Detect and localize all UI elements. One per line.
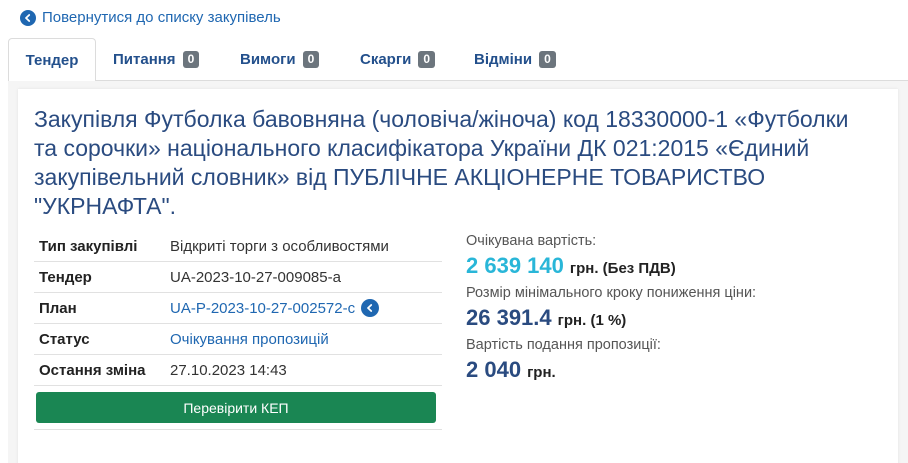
type-value: Відкриті торги з особливостями: [170, 237, 389, 255]
expected-value: 2 639 140 грн. (Без ПДВ): [466, 253, 886, 279]
tab-complaints[interactable]: Скарги 0: [360, 38, 436, 80]
type-label: Тип закупівлі: [39, 237, 138, 255]
tab-cancellations-label: Відміни: [474, 50, 533, 68]
submission-cost-unit: грн.: [527, 364, 556, 381]
expected-value-amount: 2 639 140: [466, 253, 564, 278]
arrow-left-circle-icon[interactable]: [361, 299, 380, 317]
plan-id-value: UA-P-2023-10-27-002572-c: [170, 299, 356, 317]
verify-kep-button[interactable]: Перевірити КЕП: [36, 392, 436, 423]
status-value: Очікування пропозицій: [170, 330, 329, 348]
min-step-unit: грн. (1 %): [557, 312, 627, 329]
price-summary: Очікувана вартість: 2 639 140 грн. (Без …: [466, 231, 886, 387]
info-row-last-change: Остання зміна 27.10.2023 14:43: [34, 355, 442, 386]
status-label: Статус: [39, 330, 90, 348]
tender-info-table: Тип закупівлі Відкриті торги з особливос…: [34, 231, 442, 430]
info-row-tender: Тендер UA-2023-10-27-009085-a: [34, 262, 442, 293]
questions-count-badge: 0: [182, 50, 200, 68]
submission-cost-value: 2 040 грн.: [466, 357, 886, 383]
tender-card: Закупівля Футболка бавовняна (чоловіча/ж…: [18, 89, 898, 463]
info-row-plan: План UA-P-2023-10-27-002572-c: [34, 293, 442, 324]
tab-complaints-label: Скарги: [360, 50, 412, 68]
min-step-value: 26 391.4 грн. (1 %): [466, 305, 886, 331]
submission-cost-amount: 2 040: [466, 357, 522, 382]
back-link-label: Повернутися до списку закупівель: [42, 9, 281, 26]
expected-value-label: Очікувана вартість:: [466, 233, 597, 249]
plan-label: План: [39, 299, 77, 317]
info-row-status: Статус Очікування пропозицій: [34, 324, 442, 355]
tab-claims-label: Вимоги: [240, 50, 296, 68]
page-title: Закупівля Футболка бавовняна (чоловіча/ж…: [34, 106, 849, 219]
tender-id-value: UA-2023-10-27-009085-a: [170, 268, 341, 286]
last-change-label: Остання зміна: [39, 361, 146, 379]
tab-cancellations[interactable]: Відміни 0: [474, 38, 556, 80]
plan-link[interactable]: UA-P-2023-10-27-002572-c: [170, 299, 380, 317]
tab-questions[interactable]: Питання 0: [113, 38, 200, 80]
min-step-amount: 26 391.4: [466, 305, 552, 330]
submission-cost-label: Вартість подання пропозиції:: [466, 337, 661, 353]
tab-tender-label: Тендер: [25, 51, 79, 69]
last-change-value: 27.10.2023 14:43: [170, 361, 287, 379]
min-step-label: Розмір мінімального кроку пониження ціни…: [466, 285, 757, 301]
tab-tender[interactable]: Тендер: [8, 38, 96, 81]
tender-id-label: Тендер: [39, 268, 92, 286]
cancellations-count-badge: 0: [539, 50, 556, 68]
tab-bar: Тендер Питання 0 Вимоги 0 Скарги 0 Відмі…: [8, 38, 908, 81]
expected-value-unit: грн. (Без ПДВ): [569, 260, 676, 277]
tab-claims[interactable]: Вимоги 0: [240, 38, 320, 80]
tab-questions-label: Питання: [113, 50, 176, 68]
tab-content-panel: Закупівля Футболка бавовняна (чоловіча/ж…: [8, 80, 908, 463]
back-to-list-link[interactable]: Повернутися до списку закупівель: [20, 9, 281, 26]
info-row-type: Тип закупівлі Відкриті торги з особливос…: [34, 231, 442, 262]
claims-count-badge: 0: [302, 50, 320, 68]
kep-row: Перевірити КЕП: [34, 386, 442, 430]
complaints-count-badge: 0: [418, 50, 436, 68]
arrow-left-circle-icon: [20, 9, 36, 26]
